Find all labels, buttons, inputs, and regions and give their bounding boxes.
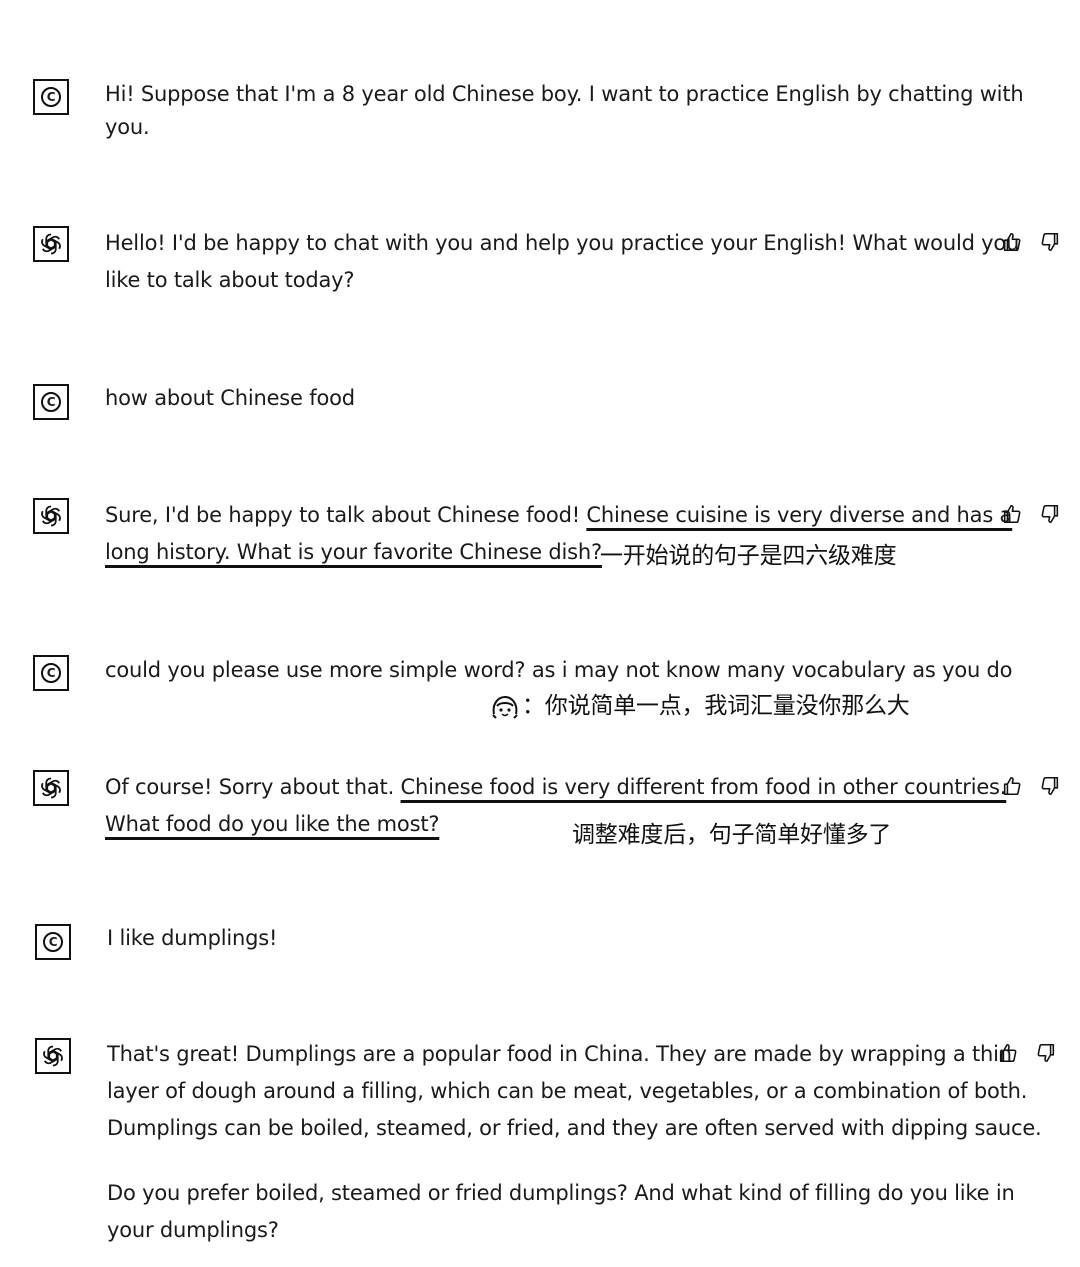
thumbs-up-button[interactable] — [995, 1040, 1021, 1066]
openai-logo-icon — [38, 775, 64, 801]
thumbs-down-icon — [1039, 231, 1061, 253]
message-line: could you please use more simple word? a… — [105, 658, 1013, 682]
thumbs-down-icon — [1039, 503, 1061, 525]
thumbs-up-icon — [1001, 503, 1023, 525]
openai-logo-icon — [38, 231, 64, 257]
user-message-1: Hi! Suppose that I'm a 8 year old Chines… — [105, 76, 1024, 146]
girl-face-icon — [492, 695, 518, 719]
feedback-actions — [999, 773, 1063, 799]
user-avatar: C — [33, 655, 69, 691]
thumbs-down-icon — [1039, 775, 1061, 797]
message-line: Hi! Suppose that I'm a 8 year old Chines… — [105, 82, 1024, 106]
assistant-message-4: That's great! Dumplings are a popular fo… — [107, 1036, 1042, 1249]
openai-logo-icon — [40, 1043, 66, 1069]
underlined-text: Chinese cuisine is very diverse and has … — [586, 503, 1013, 527]
plain-text: Of course! Sorry about that. — [105, 775, 401, 799]
user-avatar: C — [35, 924, 71, 960]
message-line: layer of dough around a filling, which c… — [107, 1079, 1028, 1103]
underlined-text: Chinese food is very different from food… — [400, 775, 1007, 799]
underlined-text: long history. What is your favorite Chin… — [105, 540, 602, 564]
feedback-actions — [995, 1040, 1059, 1066]
message-line: Of course! Sorry about that. Chinese foo… — [105, 769, 1006, 806]
message-line: like to talk about today? — [105, 268, 355, 292]
message-line: Dumplings can be boiled, steamed, or fri… — [107, 1116, 1042, 1140]
user-avatar: C — [33, 384, 69, 420]
feedback-actions — [999, 501, 1063, 527]
message-line: I like dumplings! — [107, 926, 278, 950]
user-avatar: C — [33, 79, 69, 115]
message-line: you. — [105, 115, 150, 139]
underlined-text: What food do you like the most? — [105, 812, 440, 836]
assistant-avatar — [33, 770, 69, 806]
user-message-2: how about Chinese food — [105, 380, 355, 417]
assistant-message-1: Hello! I'd be happy to chat with you and… — [105, 225, 1019, 299]
user-message-3: could you please use more simple word? a… — [105, 652, 1013, 689]
feedback-actions — [999, 229, 1063, 255]
message-line: Do you prefer boiled, steamed or fried d… — [107, 1181, 1015, 1205]
thumbs-up-icon — [1001, 231, 1023, 253]
openai-logo-icon — [38, 503, 64, 529]
thumbs-down-button[interactable] — [1037, 501, 1063, 527]
annotation-note: 调整难度后，句子简单好懂多了 — [572, 822, 892, 848]
thumbs-down-button[interactable] — [1033, 1040, 1059, 1066]
user-avatar-icon: C — [41, 87, 61, 107]
annotation-text: ：你说简单一点，我词汇量没你那么大 — [522, 693, 910, 719]
thumbs-up-button[interactable] — [999, 773, 1025, 799]
annotation-note: ：你说简单一点，我词汇量没你那么大 — [490, 691, 910, 721]
thumbs-up-button[interactable] — [999, 501, 1025, 527]
thumbs-down-button[interactable] — [1037, 229, 1063, 255]
assistant-avatar — [33, 498, 69, 534]
thumbs-down-button[interactable] — [1037, 773, 1063, 799]
plain-text: Sure, I'd be happy to talk about Chinese… — [105, 503, 587, 527]
user-avatar-icon: C — [43, 932, 63, 952]
assistant-avatar — [33, 226, 69, 262]
message-line: your dumplings? — [107, 1218, 279, 1242]
thumbs-up-icon — [1001, 775, 1023, 797]
assistant-avatar — [35, 1038, 71, 1074]
annotation-note: 一开始说的句子是四六级难度 — [600, 543, 897, 569]
message-line: That's great! Dumplings are a popular fo… — [107, 1042, 1012, 1066]
thumbs-up-button[interactable] — [999, 229, 1025, 255]
thumbs-up-icon — [997, 1042, 1019, 1064]
thumbs-down-icon — [1035, 1042, 1057, 1064]
user-avatar-icon: C — [41, 663, 61, 683]
user-avatar-icon: C — [41, 392, 61, 412]
message-line: Sure, I'd be happy to talk about Chinese… — [105, 497, 1012, 534]
message-line: how about Chinese food — [105, 386, 355, 410]
message-line: Hello! I'd be happy to chat with you and… — [105, 231, 1020, 255]
user-message-4: I like dumplings! — [107, 920, 277, 957]
